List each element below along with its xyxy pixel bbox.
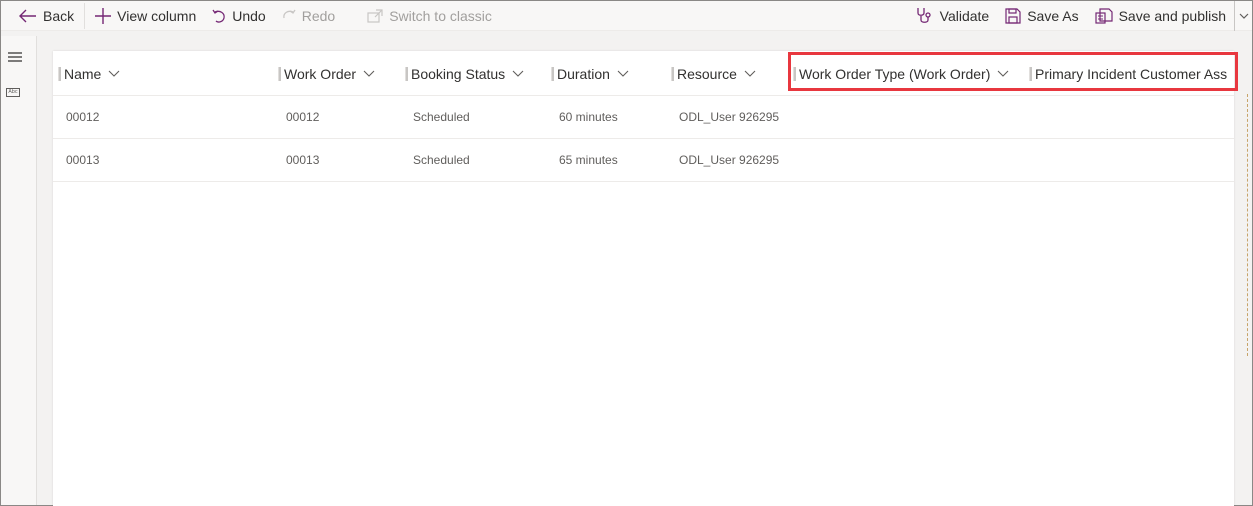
chevron-down-icon xyxy=(363,70,375,77)
save-and-publish-label: Save and publish xyxy=(1118,7,1226,24)
column-header-label: Duration xyxy=(557,65,610,82)
left-rail: Abc xyxy=(1,36,37,505)
redo-button[interactable]: Redo xyxy=(274,1,343,30)
column-resize-grip[interactable] xyxy=(551,66,554,81)
more-options-chevron[interactable] xyxy=(1235,1,1252,30)
properties-pane-edge xyxy=(1239,36,1252,505)
column-header-label: Resource xyxy=(677,65,737,82)
back-arrow-icon xyxy=(19,9,36,22)
command-bar: Back View column Undo Redo Switch to cla… xyxy=(1,0,1252,31)
column-header-name[interactable]: Name xyxy=(58,51,120,96)
redo-label: Redo xyxy=(301,7,336,24)
column-header-label: Booking Status xyxy=(411,65,506,82)
chevron-down-icon xyxy=(744,70,756,77)
cell-booking-status: Scheduled xyxy=(413,110,470,124)
undo-icon xyxy=(212,9,226,23)
switch-to-classic-button[interactable]: Switch to classic xyxy=(343,1,500,30)
column-header-booking-status[interactable]: Booking Status xyxy=(405,51,524,96)
grid-header: Name Work Order Booking Status Duration … xyxy=(53,51,1234,96)
chevron-down-icon xyxy=(512,70,524,77)
back-button[interactable]: Back xyxy=(1,1,82,30)
column-header-duration[interactable]: Duration xyxy=(551,51,629,96)
column-header-primary-incident[interactable]: Primary Incident Customer Ass xyxy=(1029,51,1227,96)
column-header-label: Primary Incident Customer Ass xyxy=(1035,65,1228,82)
save-as-label: Save As xyxy=(1027,7,1079,24)
cell-duration: 60 minutes xyxy=(559,110,618,124)
view-column-label: View column xyxy=(117,7,197,24)
chevron-down-icon xyxy=(108,70,120,77)
column-header-label: Name xyxy=(64,65,102,82)
publish-icon xyxy=(1094,7,1113,24)
column-resize-grip[interactable] xyxy=(671,66,674,81)
cell-work-order: 00012 xyxy=(286,110,320,124)
column-resize-grip[interactable] xyxy=(278,66,281,81)
view-canvas: Name Work Order Booking Status Duration … xyxy=(53,51,1234,506)
column-header-work-order-type[interactable]: Work Order Type (Work Order) xyxy=(793,51,1009,96)
column-header-resource[interactable]: Resource xyxy=(671,51,756,96)
column-header-label: Work Order xyxy=(284,65,357,82)
table-row[interactable]: 00013 00013 Scheduled 65 minutes ODL_Use… xyxy=(53,139,1234,182)
column-resize-grip[interactable] xyxy=(58,66,61,81)
text-field-icon[interactable]: Abc xyxy=(6,88,20,97)
table-row[interactable]: 00012 00012 Scheduled 60 minutes ODL_Use… xyxy=(53,96,1234,139)
cell-booking-status: Scheduled xyxy=(413,153,470,167)
column-header-work-order[interactable]: Work Order xyxy=(278,51,375,96)
column-resize-grip[interactable] xyxy=(793,66,796,81)
view-column-button[interactable]: View column xyxy=(87,1,204,30)
column-header-label: Work Order Type (Work Order) xyxy=(799,65,991,82)
cell-work-order: 00013 xyxy=(286,153,320,167)
toolbar-divider xyxy=(84,2,86,29)
save-icon xyxy=(1005,7,1021,24)
pane-divider xyxy=(1247,94,1248,356)
back-label: Back xyxy=(43,7,75,24)
switch-to-classic-label: Switch to classic xyxy=(389,7,492,24)
save-and-publish-button[interactable]: Save and publish xyxy=(1087,1,1234,30)
cell-name: 00013 xyxy=(66,153,100,167)
redo-icon xyxy=(282,9,296,18)
column-resize-grip[interactable] xyxy=(1029,66,1032,81)
chevron-down-icon xyxy=(997,70,1009,77)
add-icon xyxy=(95,7,112,24)
stethoscope-icon xyxy=(916,7,931,23)
chevron-down-icon xyxy=(617,70,629,77)
chevron-down-icon xyxy=(1239,13,1249,19)
undo-button[interactable]: Undo xyxy=(204,1,273,30)
column-resize-grip[interactable] xyxy=(405,66,408,81)
cell-duration: 65 minutes xyxy=(559,153,618,167)
save-as-button[interactable]: Save As xyxy=(997,1,1086,30)
hamburger-menu-icon[interactable] xyxy=(7,50,23,68)
cell-name: 00012 xyxy=(66,110,100,124)
open-external-icon xyxy=(367,8,383,23)
undo-label: Undo xyxy=(232,7,266,24)
validate-label: Validate xyxy=(939,7,990,24)
cell-resource: ODL_User 926295 xyxy=(679,153,780,167)
validate-button[interactable]: Validate xyxy=(908,1,998,30)
cell-resource: ODL_User 926295 xyxy=(679,110,780,124)
